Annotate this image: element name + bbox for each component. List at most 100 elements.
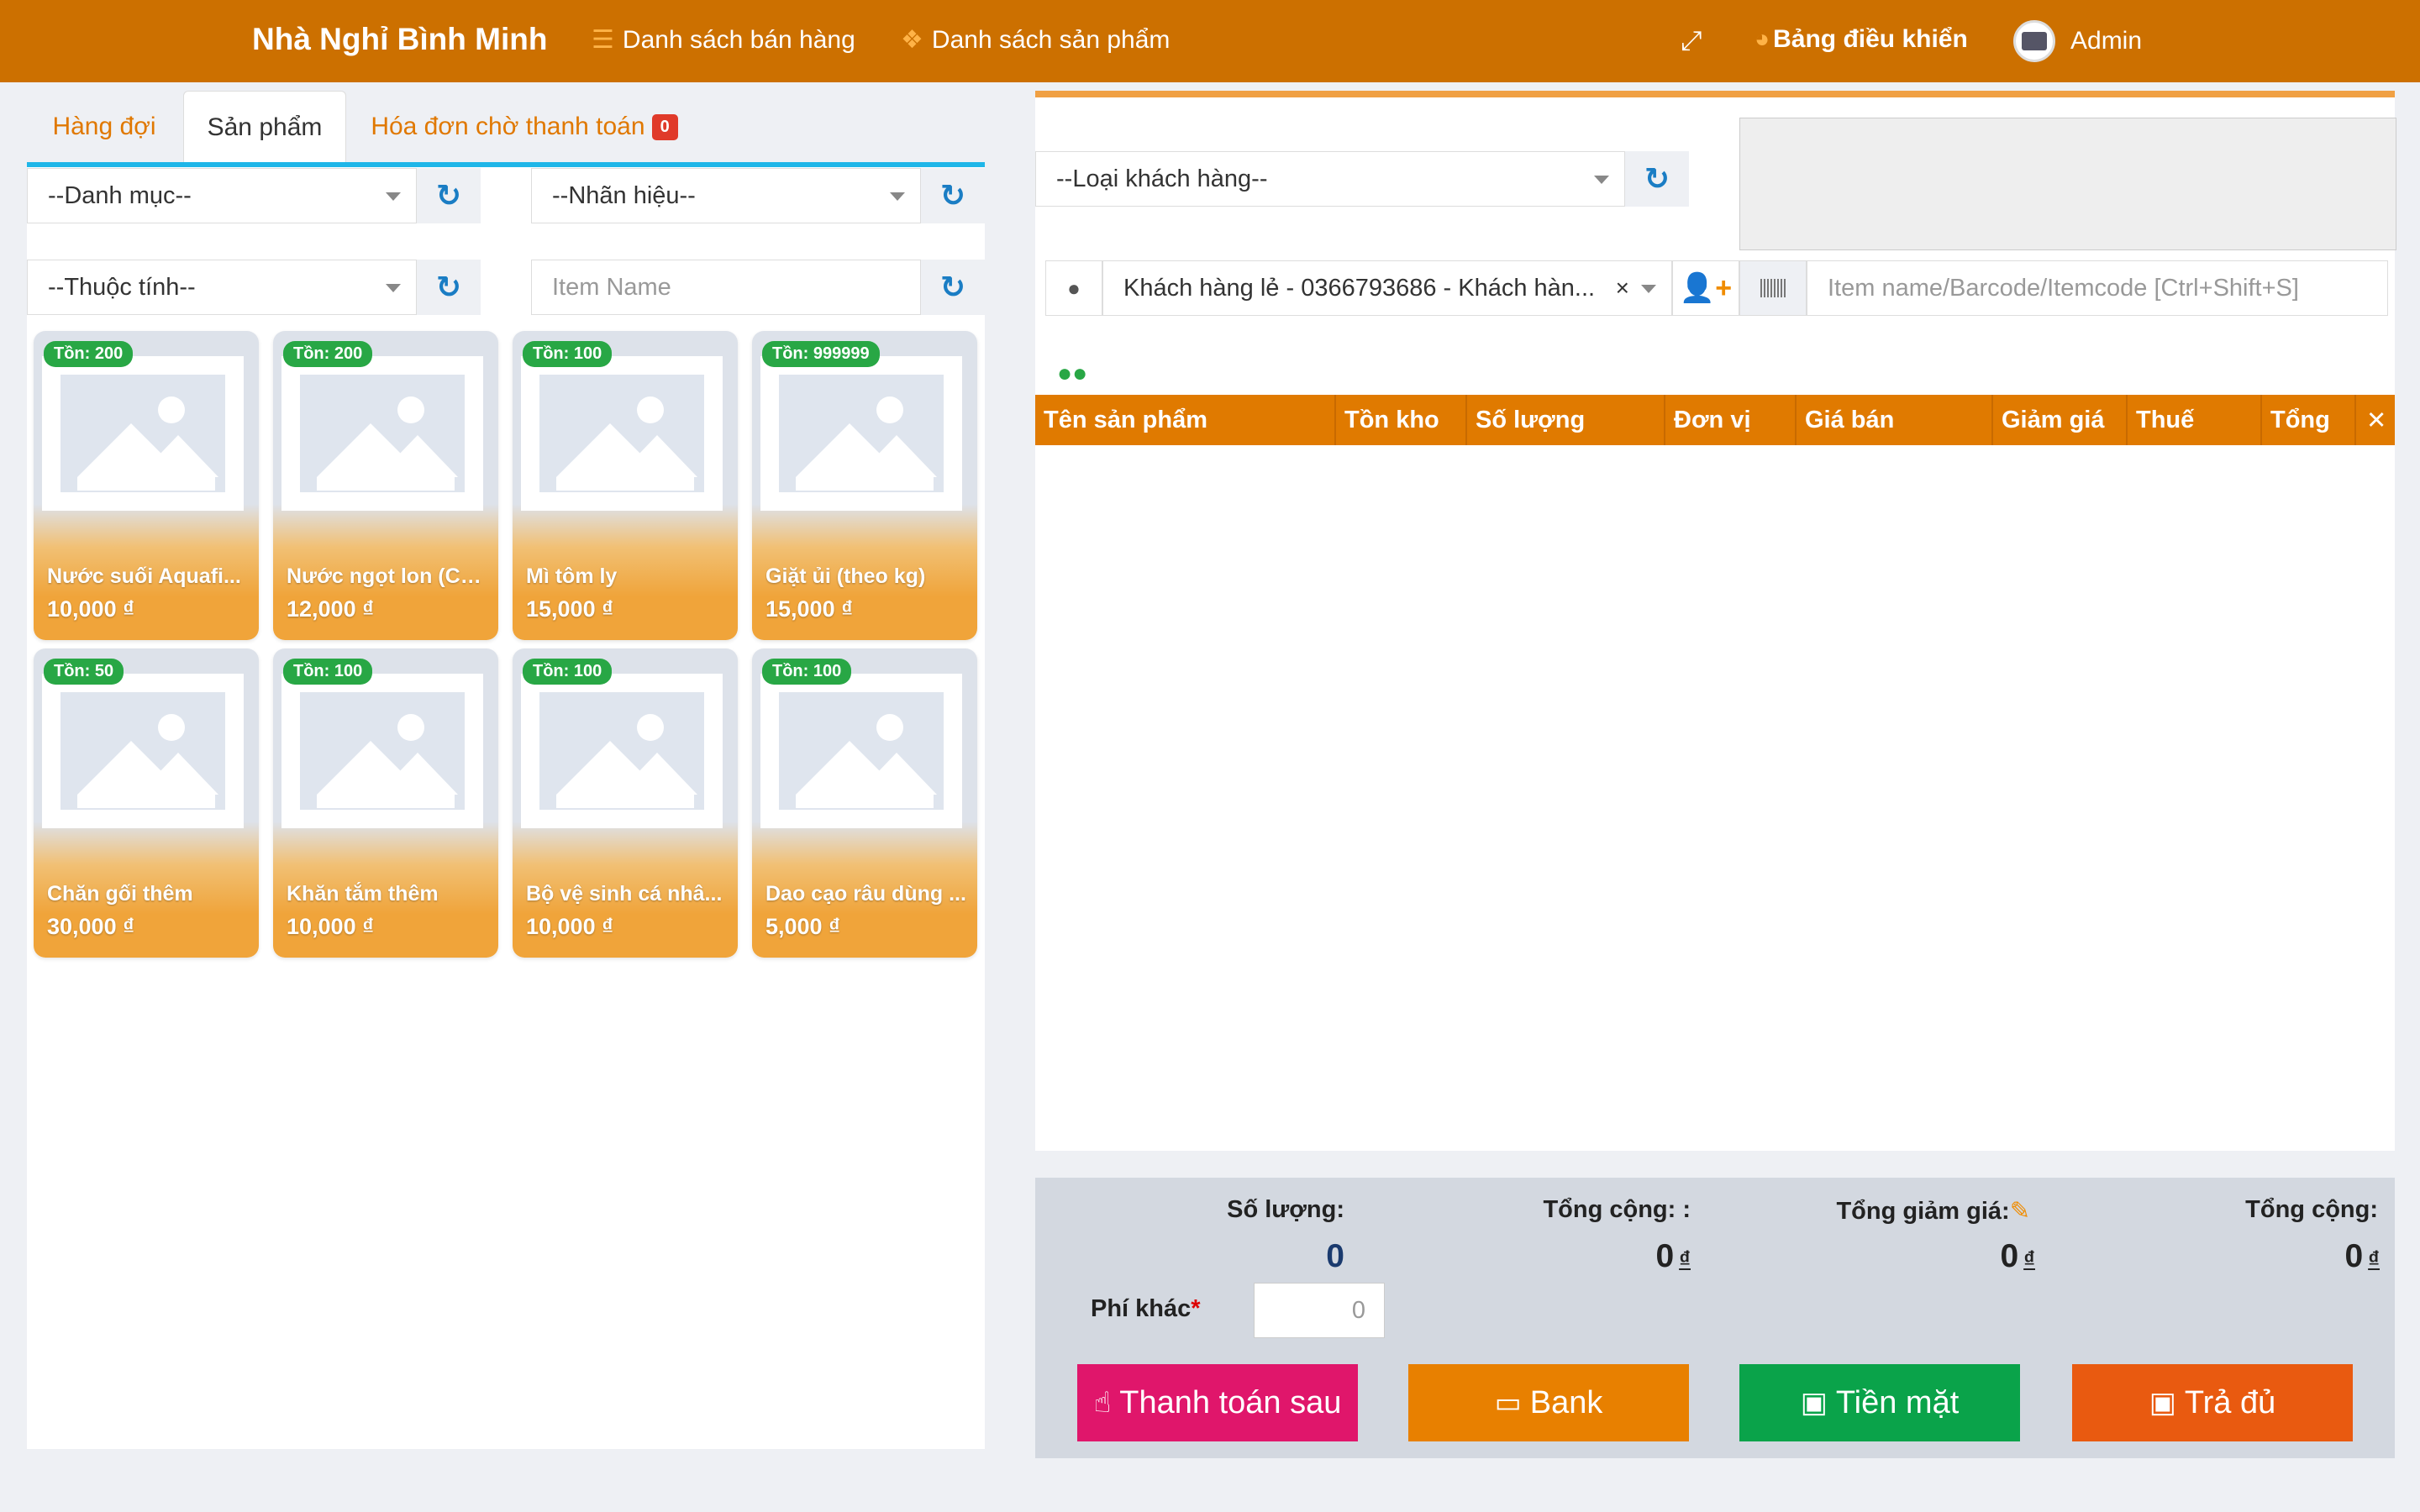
money-icon: ▣ bbox=[1800, 1387, 1828, 1419]
subtotal-amount: 0 ₫ bbox=[1555, 1238, 1691, 1275]
nav-product-list[interactable]: ❖ Danh sách sản phẩm bbox=[901, 25, 1170, 55]
qty-label: Số lượng: bbox=[1227, 1196, 1344, 1223]
image-placeholder-icon bbox=[760, 674, 962, 828]
col-unit: Đơn vị bbox=[1665, 395, 1797, 445]
hand-icon: ☝ bbox=[1093, 1387, 1112, 1419]
attribute-refresh-icon[interactable]: ↻ bbox=[417, 260, 481, 315]
discount-label: Tổng giảm giá: bbox=[1836, 1198, 2010, 1225]
category-select-value: --Danh mục-- bbox=[48, 181, 192, 209]
cash-label: Tiền mặt bbox=[1835, 1384, 1960, 1420]
col-quantity: Số lượng bbox=[1467, 395, 1665, 445]
other-fee-label-wrap: Phí khác* bbox=[1091, 1295, 1201, 1323]
stock-badge: Tồn: 100 bbox=[762, 659, 852, 685]
customer-select[interactable]: Khách hàng lẻ - 0366793686 - Khách hàn..… bbox=[1102, 260, 1672, 316]
product-card[interactable]: Tồn: 100 Khăn tắm thêm 10,000 ₫ bbox=[273, 648, 498, 958]
item-search-placeholder: Item name/Barcode/Itemcode [Ctrl+Shift+S… bbox=[1828, 274, 2299, 302]
product-card[interactable]: Tồn: 100 Dao cạo râu dùng ... 5,000 ₫ bbox=[752, 648, 977, 958]
category-refresh-icon[interactable]: ↻ bbox=[417, 168, 481, 223]
currency-symbol: ₫ bbox=[2368, 1247, 2380, 1272]
list-icon: ☰ bbox=[592, 26, 614, 54]
stock-badge: Tồn: 100 bbox=[523, 341, 613, 367]
product-price: 5,000 ₫ bbox=[765, 914, 840, 939]
image-placeholder-icon bbox=[281, 674, 483, 828]
attribute-select[interactable]: --Thuộc tính-- bbox=[27, 260, 417, 315]
barcode-icon[interactable] bbox=[1739, 260, 1807, 316]
customer-type-refresh-icon[interactable]: ↻ bbox=[1625, 151, 1689, 207]
chevron-down-icon bbox=[1641, 285, 1656, 293]
dashboard-link[interactable]: ◕ Bảng điều khiển bbox=[1754, 25, 1968, 54]
fullscreen-icon[interactable]: ⤢ bbox=[1681, 25, 1702, 57]
item-name-placeholder: Item Name bbox=[552, 273, 671, 301]
edit-icon[interactable]: ✎ bbox=[2010, 1198, 2030, 1225]
image-placeholder-icon bbox=[521, 674, 723, 828]
product-name: Chăn gối thêm bbox=[47, 882, 193, 906]
pay-full-button[interactable]: ▣ Trả đủ bbox=[2072, 1364, 2353, 1441]
user-icon: ● bbox=[1045, 260, 1102, 316]
subtotal-label: Tổng cộng: : bbox=[1543, 1196, 1691, 1223]
remove-all-icon[interactable]: ✕ bbox=[2356, 395, 2395, 445]
credit-card-icon: ▭ bbox=[1494, 1387, 1522, 1419]
customer-select-value: Khách hàng lẻ - 0366793686 - Khách hàn..… bbox=[1123, 274, 1596, 302]
total-value: 0 bbox=[2344, 1238, 2364, 1274]
discount-amount: 0 ₫ bbox=[1899, 1238, 2035, 1275]
chevron-down-icon bbox=[890, 192, 905, 201]
discount-label-wrap: Tổng giảm giá:✎ bbox=[1790, 1196, 2030, 1226]
users-group-icon[interactable]: ●● bbox=[1057, 360, 1087, 388]
image-placeholder-icon bbox=[281, 356, 483, 511]
brand-refresh-icon[interactable]: ↻ bbox=[921, 168, 985, 223]
stock-badge: Tồn: 200 bbox=[283, 341, 373, 367]
note-textarea[interactable] bbox=[1739, 118, 2396, 250]
product-price: 10,000 ₫ bbox=[526, 914, 613, 939]
subtotal-value: 0 bbox=[1655, 1238, 1675, 1274]
bank-button[interactable]: ▭ Bank bbox=[1408, 1364, 1689, 1441]
brand-select-value: --Nhãn hiệu-- bbox=[552, 181, 696, 209]
image-placeholder-icon bbox=[42, 356, 244, 511]
total-amount: 0 ₫ bbox=[2244, 1238, 2380, 1275]
add-customer-button[interactable]: 👤+ bbox=[1672, 260, 1739, 316]
customer-type-value: --Loại khách hàng-- bbox=[1056, 165, 1268, 192]
user-name[interactable]: Admin bbox=[2070, 27, 2142, 55]
tab-pending-invoices[interactable]: Hóa đơn chờ thanh toán 0 bbox=[348, 91, 701, 163]
currency-symbol: ₫ bbox=[1679, 1247, 1691, 1272]
currency-symbol: ₫ bbox=[2023, 1247, 2035, 1272]
product-card[interactable]: Tồn: 50 Chăn gối thêm 30,000 ₫ bbox=[34, 648, 259, 958]
clear-icon[interactable]: × bbox=[1616, 275, 1629, 302]
tab-products[interactable]: Sản phẩm bbox=[183, 91, 346, 163]
chevron-down-icon bbox=[1594, 176, 1609, 184]
category-select[interactable]: --Danh mục-- bbox=[27, 168, 417, 223]
col-price: Giá bán bbox=[1797, 395, 1993, 445]
nav-sales-list[interactable]: ☰ Danh sách bán hàng bbox=[592, 25, 855, 55]
avatar[interactable] bbox=[2013, 20, 2055, 62]
brand-select[interactable]: --Nhãn hiệu-- bbox=[531, 168, 921, 223]
other-fee-input[interactable]: 0 bbox=[1254, 1283, 1385, 1338]
item-search-input[interactable]: Item name/Barcode/Itemcode [Ctrl+Shift+S… bbox=[1807, 260, 2388, 316]
product-card[interactable]: Tồn: 200 Nước suối Aquafi... 10,000 ₫ bbox=[34, 331, 259, 640]
tab-pending-label: Hóa đơn chờ thanh toán bbox=[371, 113, 645, 140]
product-price: 10,000 ₫ bbox=[47, 596, 134, 622]
product-card[interactable]: Tồn: 999999 Giặt ủi (theo kg) 15,000 ₫ bbox=[752, 331, 977, 640]
product-name: Bộ vệ sinh cá nhâ... bbox=[526, 882, 723, 906]
item-name-input[interactable]: Item Name bbox=[531, 260, 921, 315]
attribute-select-value: --Thuộc tính-- bbox=[48, 273, 196, 301]
brand-title[interactable]: Nhà Nghỉ Bình Minh bbox=[252, 22, 547, 57]
product-card[interactable]: Tồn: 100 Bộ vệ sinh cá nhâ... 10,000 ₫ bbox=[513, 648, 738, 958]
col-total: Tổng bbox=[2262, 395, 2356, 445]
tab-queue[interactable]: Hàng đợi bbox=[27, 91, 182, 163]
cubes-icon: ❖ bbox=[901, 26, 923, 54]
customer-type-select[interactable]: --Loại khách hàng-- bbox=[1035, 151, 1625, 207]
tab-queue-label: Hàng đợi bbox=[52, 113, 156, 140]
image-placeholder-icon bbox=[42, 674, 244, 828]
stock-badge: Tồn: 200 bbox=[44, 341, 134, 367]
discount-value: 0 bbox=[2000, 1238, 2019, 1274]
item-name-refresh-icon[interactable]: ↻ bbox=[921, 260, 985, 315]
product-card[interactable]: Tồn: 200 Nước ngọt lon (Co... 12,000 ₫ bbox=[273, 331, 498, 640]
tab-products-label: Sản phẩm bbox=[207, 113, 323, 141]
product-name: Khăn tắm thêm bbox=[287, 882, 439, 906]
cash-button[interactable]: ▣ Tiền mặt bbox=[1739, 1364, 2020, 1441]
product-card[interactable]: Tồn: 100 Mì tôm ly 15,000 ₫ bbox=[513, 331, 738, 640]
pending-count-badge: 0 bbox=[651, 113, 678, 140]
chevron-down-icon bbox=[386, 192, 401, 201]
bank-label: Bank bbox=[1529, 1384, 1603, 1420]
pay-later-button[interactable]: ☝ Thanh toán sau bbox=[1077, 1364, 1358, 1441]
other-fee-label: Phí khác bbox=[1091, 1295, 1192, 1322]
